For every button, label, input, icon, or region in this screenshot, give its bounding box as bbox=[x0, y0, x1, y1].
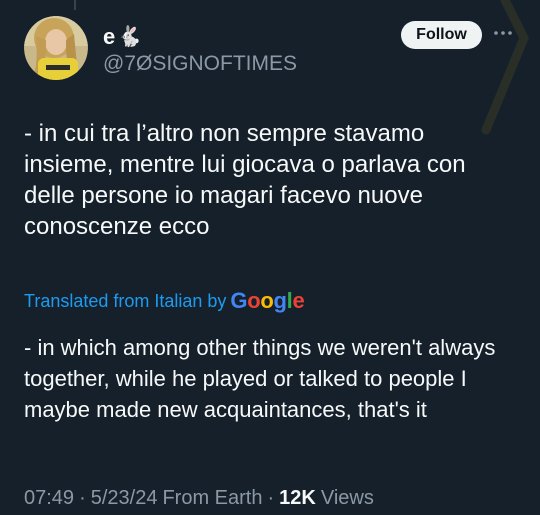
translation-attribution: Translated from Italian by Google bbox=[24, 286, 305, 316]
meta-separator: · bbox=[79, 486, 86, 509]
author-display-name[interactable]: e bbox=[103, 24, 115, 50]
rabbit-emoji-icon: 🐇 bbox=[117, 26, 143, 48]
google-logo: Google bbox=[230, 288, 305, 313]
tweet-time[interactable]: 07:49 bbox=[24, 487, 74, 510]
author-display-name-row[interactable]: e 🐇 bbox=[103, 24, 142, 50]
follow-button[interactable]: Follow bbox=[401, 21, 482, 49]
tweet-date[interactable]: 5/23/24 bbox=[91, 487, 158, 510]
translated-from-link[interactable]: Translated from Italian by bbox=[24, 291, 226, 312]
tweet-original-text: - in cui tra l’altro non sempre stavamo … bbox=[24, 120, 466, 240]
tweet-meta: 07:49 · 5/23/24 From Earth · 12K Views bbox=[24, 484, 374, 512]
more-dots-icon[interactable] bbox=[492, 25, 514, 41]
views-label: Views bbox=[320, 486, 374, 509]
tweet-location: From Earth bbox=[162, 486, 263, 509]
avatar[interactable] bbox=[24, 16, 88, 80]
author-handle[interactable]: @7ØSIGNOFTIMES bbox=[103, 52, 297, 76]
avatar-photo bbox=[24, 16, 88, 80]
thread-connector-line bbox=[74, 0, 76, 10]
meta-separator: · bbox=[267, 486, 275, 509]
views-stat[interactable]: 12K Views bbox=[279, 487, 374, 510]
tweet-translated-text: - in which among other things we weren't… bbox=[24, 335, 496, 422]
tweet-detail: e 🐇 @7ØSIGNOFTIMES Follow - in cui tra l… bbox=[0, 0, 540, 515]
views-count: 12K bbox=[279, 486, 316, 509]
